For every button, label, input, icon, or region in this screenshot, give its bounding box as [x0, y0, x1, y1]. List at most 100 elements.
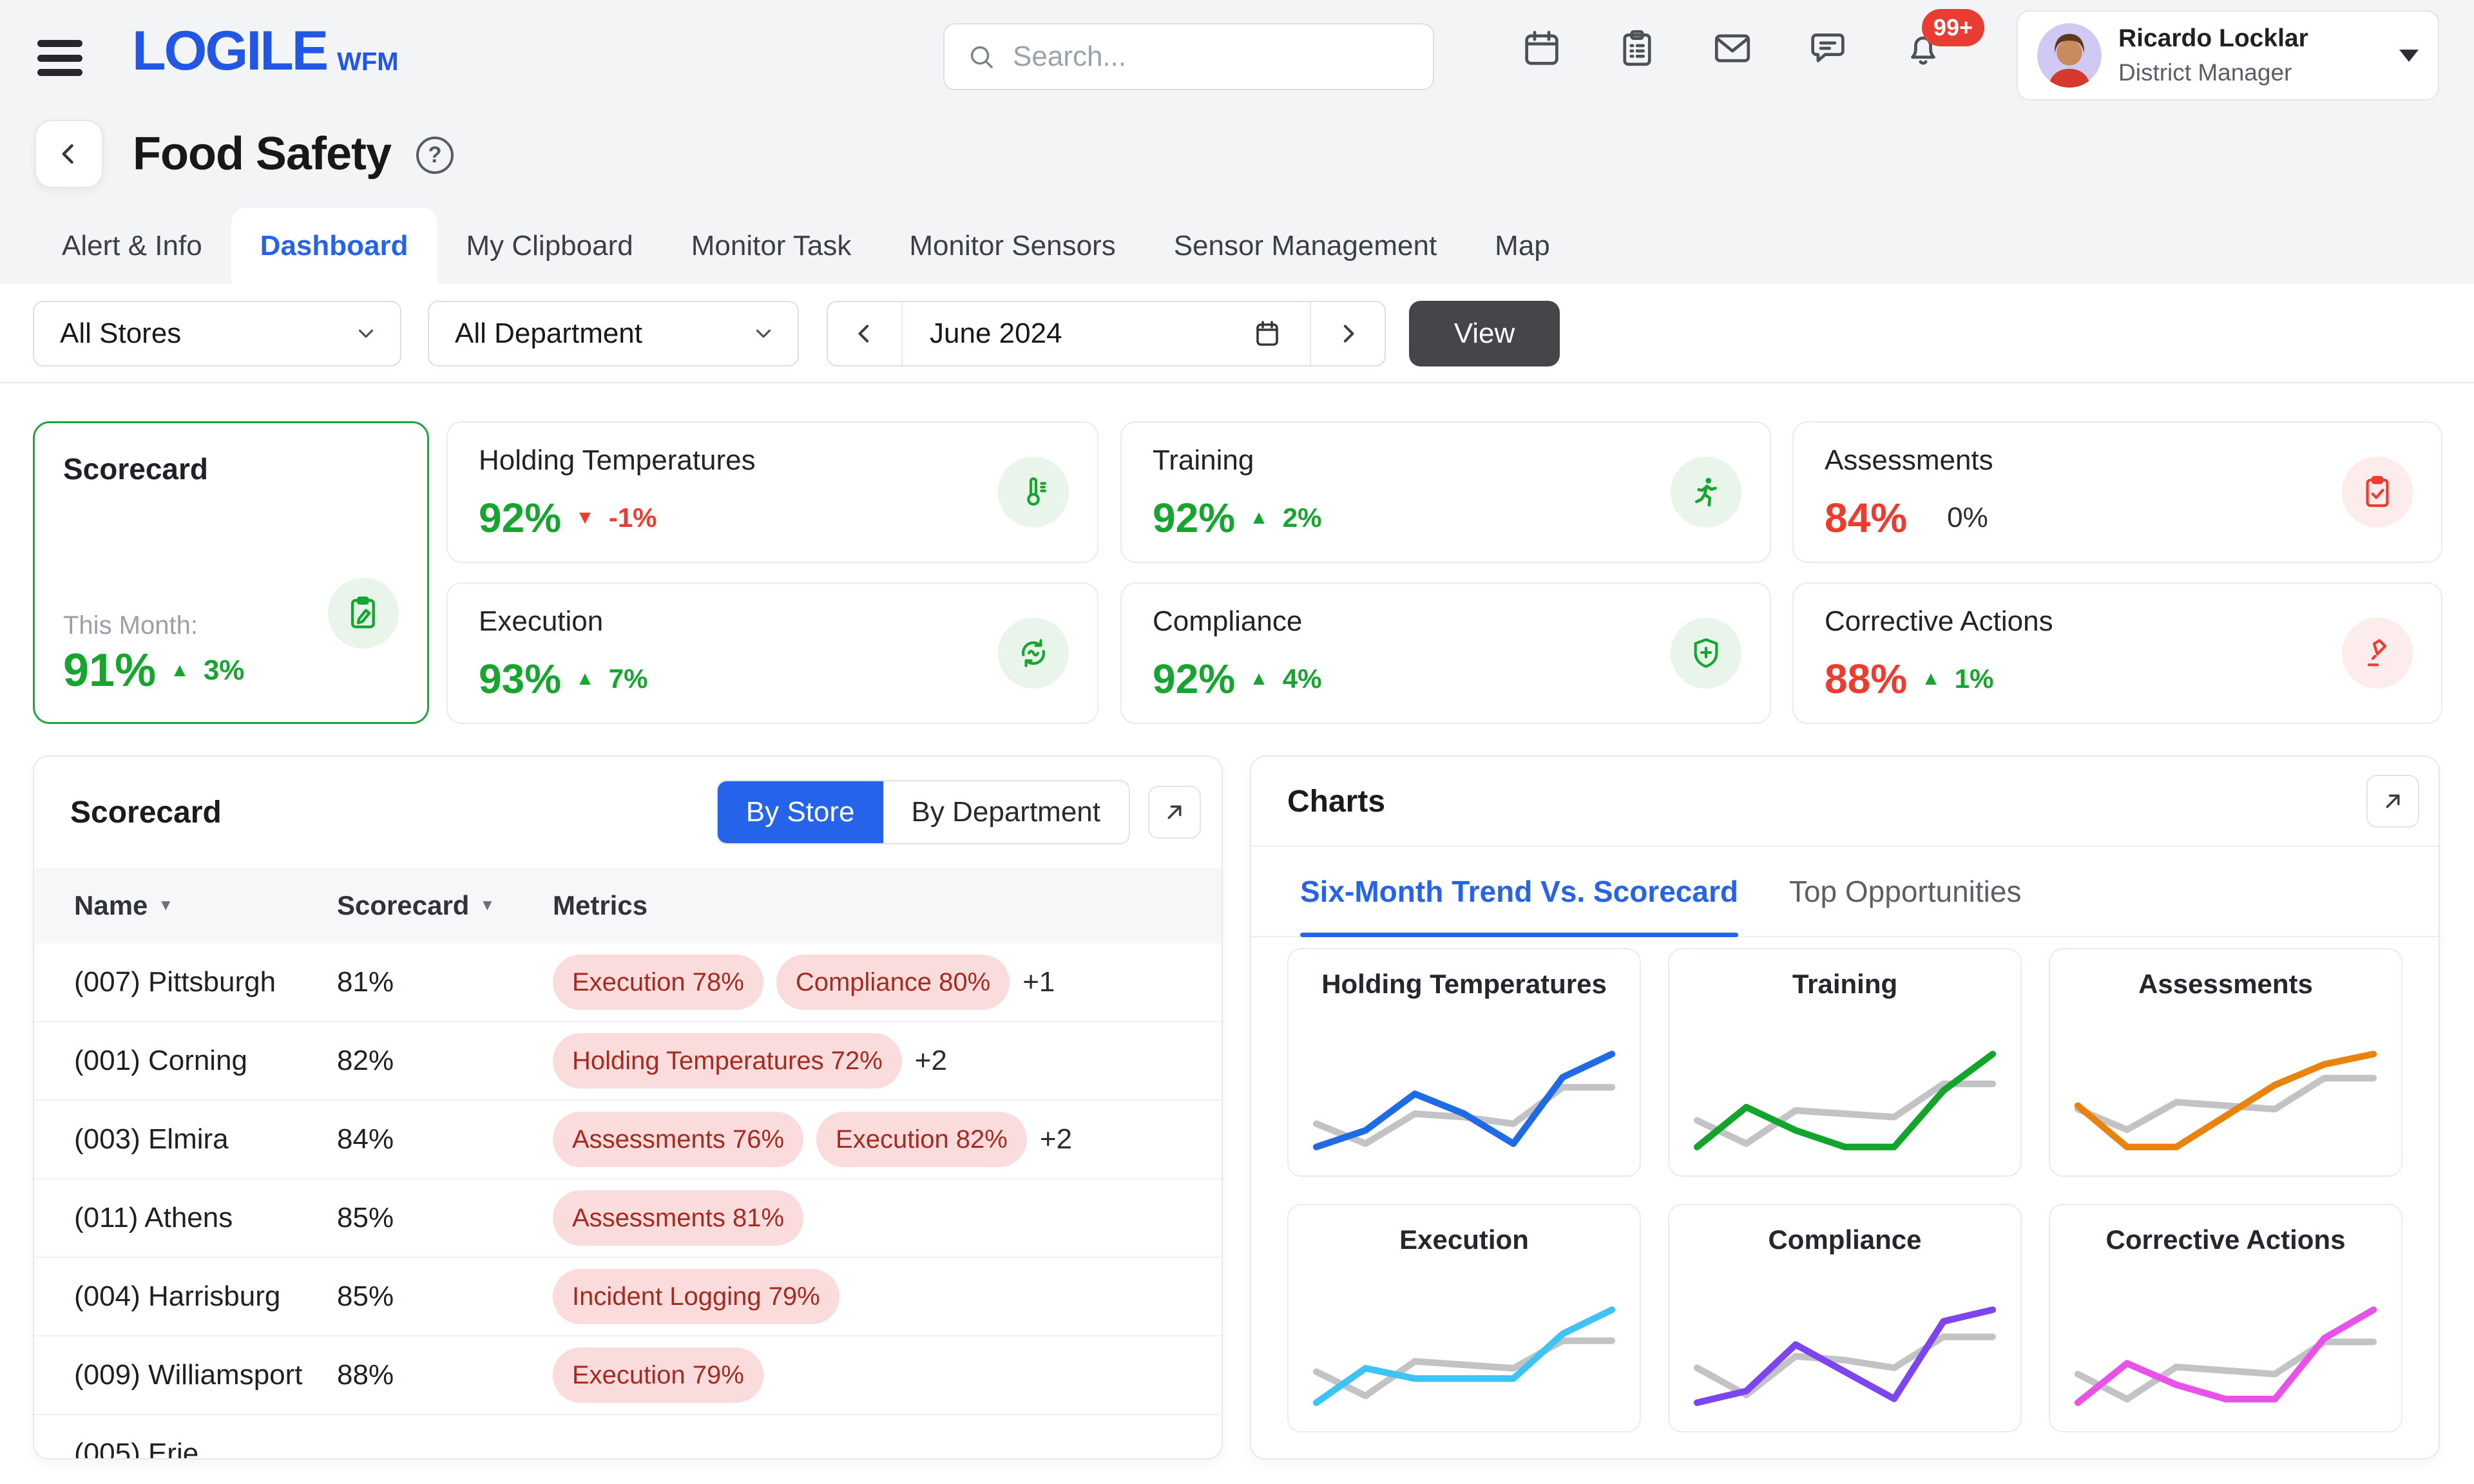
kpi-delta: -1% — [609, 504, 657, 531]
trend-arrow-icon: ▲ — [575, 669, 595, 689]
tab-alert-info[interactable]: Alert & Info — [33, 208, 231, 284]
table-row[interactable]: (009) Williamsport88%Execution 79% — [34, 1337, 1222, 1415]
toggle-by-department[interactable]: By Department — [883, 781, 1129, 843]
store-name-cell: (004) Harrisburg — [34, 1280, 337, 1313]
metric-badge: Execution 82% — [816, 1112, 1027, 1167]
charts-panel: Charts Six-Month Trend Vs. ScorecardTop … — [1250, 756, 2440, 1460]
mail-icon[interactable] — [1711, 27, 1754, 70]
tab-my-clipboard[interactable]: My Clipboard — [437, 208, 662, 284]
month-picker: June 2024 — [827, 301, 1386, 366]
department-select-value: All Department — [455, 318, 642, 350]
tab-sensor-management[interactable]: Sensor Management — [1145, 208, 1466, 284]
metric-badge: Compliance 80% — [776, 955, 1010, 1010]
calendar-icon[interactable] — [1520, 27, 1563, 70]
trend-arrow-icon: ▲ — [1249, 508, 1269, 528]
metric-badge: Incident Logging 79% — [553, 1269, 839, 1324]
kpi-card-assessments[interactable]: Assessments 84% 0% — [1792, 421, 2442, 563]
user-name: Ricardo Locklar — [2118, 24, 2308, 53]
chart-card-holding-temperatures[interactable]: Holding Temperatures — [1287, 948, 1641, 1177]
trend-line — [1316, 1309, 1612, 1402]
back-button[interactable] — [35, 120, 103, 188]
user-text: Ricardo Locklar District Manager — [2118, 24, 2308, 86]
score-cell: 88% — [337, 1359, 553, 1391]
column-header-name[interactable]: Name▼ — [34, 890, 337, 921]
score-cell: 85% — [337, 1202, 553, 1234]
store-name-cell: (011) Athens — [34, 1202, 337, 1234]
table-row[interactable]: (011) Athens85%Assessments 81% — [34, 1179, 1222, 1258]
logo: LOGILE WFM — [132, 23, 399, 79]
clipboard-icon[interactable] — [1616, 27, 1658, 70]
chart-title: Holding Temperatures — [1321, 969, 1607, 1000]
charts-tab-top-opportunities[interactable]: Top Opportunities — [1789, 847, 2022, 936]
trend-line — [2078, 1054, 2373, 1146]
kpi-delta: 4% — [1283, 665, 1322, 692]
chart-title: Compliance — [1768, 1224, 1921, 1255]
trend-line — [2078, 1309, 2373, 1402]
table-row[interactable]: (004) Harrisburg85%Incident Logging 79% — [34, 1258, 1222, 1337]
chart-card-compliance[interactable]: Compliance — [1668, 1204, 2022, 1432]
user-menu[interactable]: Ricardo Locklar District Manager — [2017, 10, 2439, 100]
month-label: June 2024 — [930, 318, 1062, 350]
charts-tab-six-month-trend-vs-scorecard[interactable]: Six-Month Trend Vs. Scorecard — [1300, 847, 1738, 936]
chart-card-execution[interactable]: Execution — [1287, 1204, 1641, 1432]
kpi-value: 92% — [1153, 497, 1235, 538]
tab-monitor-sensors[interactable]: Monitor Sensors — [880, 208, 1144, 284]
table-row[interactable]: (003) Elmira84%Assessments 76%Execution … — [34, 1101, 1222, 1179]
table-row[interactable]: (007) Pittsburgh81%Execution 78%Complian… — [34, 944, 1222, 1022]
chat-icon[interactable] — [1807, 27, 1849, 70]
tab-map[interactable]: Map — [1466, 208, 1579, 284]
previous-month-button[interactable] — [828, 302, 903, 365]
chevron-down-icon — [354, 321, 378, 346]
department-select[interactable]: All Department — [428, 301, 799, 366]
kpi-card-corrective-actions[interactable]: Corrective Actions 88% ▲ 1% — [1792, 582, 2442, 724]
kpi-value: 93% — [479, 658, 561, 699]
table-row[interactable]: (001) Corning82%Holding Temperatures 72%… — [34, 1022, 1222, 1101]
tab-dashboard[interactable]: Dashboard — [231, 208, 437, 284]
trend-up-icon: ▲ — [170, 661, 189, 680]
kpi-title: Execution — [479, 605, 603, 638]
metric-badge: Execution 78% — [553, 955, 763, 1010]
trend-line — [1316, 1054, 1612, 1146]
metrics-cell: Assessments 76%Execution 82%+2 — [553, 1112, 1222, 1167]
kpi-card-compliance[interactable]: Compliance 92% ▲ 4% — [1120, 582, 1771, 724]
help-icon[interactable]: ? — [416, 137, 454, 174]
sync-icon — [998, 618, 1069, 689]
view-button[interactable]: View — [1409, 301, 1560, 366]
search-input[interactable]: Search... — [943, 23, 1434, 90]
kpi-card-training[interactable]: Training 92% ▲ 2% — [1120, 421, 1771, 563]
scorecard-panel: Scorecard By StoreBy Department Name▼ Sc… — [33, 756, 1223, 1460]
next-month-button[interactable] — [1310, 302, 1385, 365]
chart-card-training[interactable]: Training — [1668, 948, 2022, 1177]
table-row[interactable]: (005) Erie — [34, 1415, 1222, 1460]
bell-icon[interactable]: 99+ — [1902, 27, 1944, 70]
kpi-card-execution[interactable]: Execution 93% ▲ 7% — [446, 582, 1098, 724]
month-value[interactable]: June 2024 — [903, 302, 1310, 365]
kpi-value: 92% — [479, 497, 561, 538]
kpi-title: Compliance — [1153, 605, 1302, 638]
kpi-delta: 7% — [609, 665, 648, 692]
expand-charts-button[interactable] — [2366, 775, 2419, 828]
thermometer-icon — [998, 457, 1069, 528]
toggle-by-store[interactable]: By Store — [718, 781, 883, 843]
expand-scorecard-button[interactable] — [1148, 786, 1201, 839]
trend-chart — [1307, 1036, 1622, 1163]
chart-card-assessments[interactable]: Assessments — [2049, 948, 2402, 1177]
trend-chart — [2068, 1291, 2383, 1418]
chart-grid: Holding Temperatures TrainingAssessments E… — [1287, 948, 2402, 1432]
hamburger-menu-icon[interactable] — [37, 40, 82, 76]
metrics-cell: Holding Temperatures 72%+2 — [553, 1033, 1222, 1089]
charts-tabs: Six-Month Trend Vs. Scorecard Top Opportu… — [1251, 847, 2439, 937]
trend-arrow-icon: ▲ — [1921, 669, 1941, 689]
kpi-delta: 2% — [1283, 504, 1322, 531]
kpi-value: 92% — [1153, 658, 1235, 699]
store-name-cell: (003) Elmira — [34, 1123, 337, 1156]
kpi-card-holding-temperatures[interactable]: Holding Temperatures 92% ▼ -1% — [446, 421, 1098, 563]
tab-monitor-task[interactable]: Monitor Task — [662, 208, 881, 284]
store-select-value: All Stores — [60, 318, 181, 350]
score-cell: 82% — [337, 1045, 553, 1077]
shield-plus-icon — [1671, 618, 1741, 689]
chart-card-corrective-actions[interactable]: Corrective Actions — [2049, 1204, 2402, 1432]
kpi-card-scorecard[interactable]: Scorecard This Month: 91% ▲ 3% — [33, 421, 429, 724]
store-select[interactable]: All Stores — [33, 301, 401, 366]
column-header-scorecard[interactable]: Scorecard▼ — [337, 890, 553, 921]
